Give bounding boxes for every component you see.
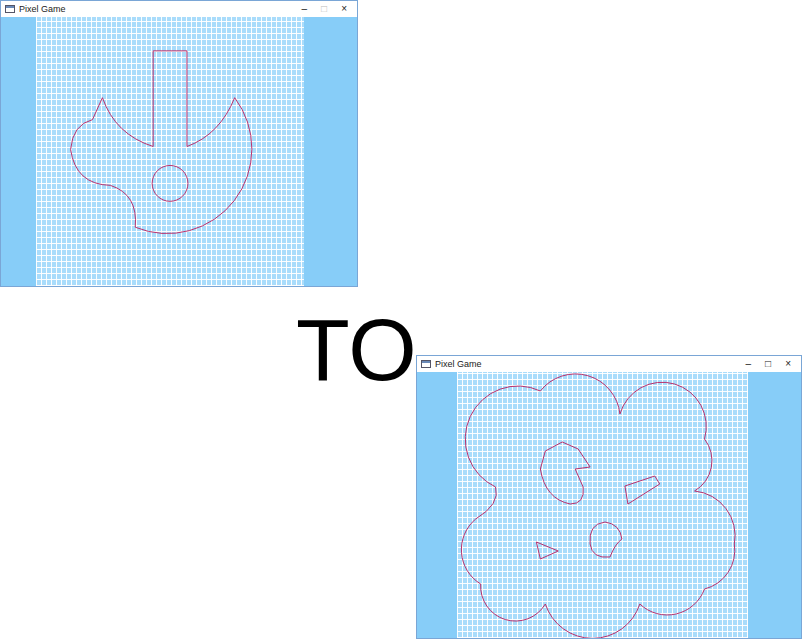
game-window: Pixel Game –□ × xyxy=(0,0,358,287)
window-controls: –□ × xyxy=(302,2,353,16)
window-control-button[interactable]: □ xyxy=(765,357,771,371)
game-window: Pixel Game –□ × xyxy=(416,355,802,639)
left-margin xyxy=(417,372,457,638)
window-control-button[interactable]: □ xyxy=(321,2,327,16)
window-control-button[interactable]: – xyxy=(302,2,308,16)
title-bar[interactable]: Pixel Game –□ × xyxy=(1,1,357,17)
window-control-button[interactable]: × xyxy=(341,2,347,16)
shape-outline xyxy=(417,372,801,638)
right-margin xyxy=(748,372,801,638)
left-margin xyxy=(1,17,36,286)
app-window-icon xyxy=(5,4,15,14)
window-controls: –□ × xyxy=(746,357,797,371)
shape-outline xyxy=(1,17,357,286)
title-bar[interactable]: Pixel Game –□ × xyxy=(417,356,801,372)
app-window-icon xyxy=(421,359,431,369)
game-view xyxy=(417,372,801,638)
game-view xyxy=(1,17,357,286)
desktop: Pixel Game–□×Pixel Game–□×TO xyxy=(0,0,802,639)
window-title: Pixel Game xyxy=(435,359,482,369)
window-title: Pixel Game xyxy=(19,4,66,14)
pixel-grid xyxy=(36,17,304,286)
transition-caption: TO xyxy=(296,304,417,396)
right-margin xyxy=(304,17,357,286)
window-control-button[interactable]: – xyxy=(746,357,752,371)
window-control-button[interactable]: × xyxy=(785,357,791,371)
